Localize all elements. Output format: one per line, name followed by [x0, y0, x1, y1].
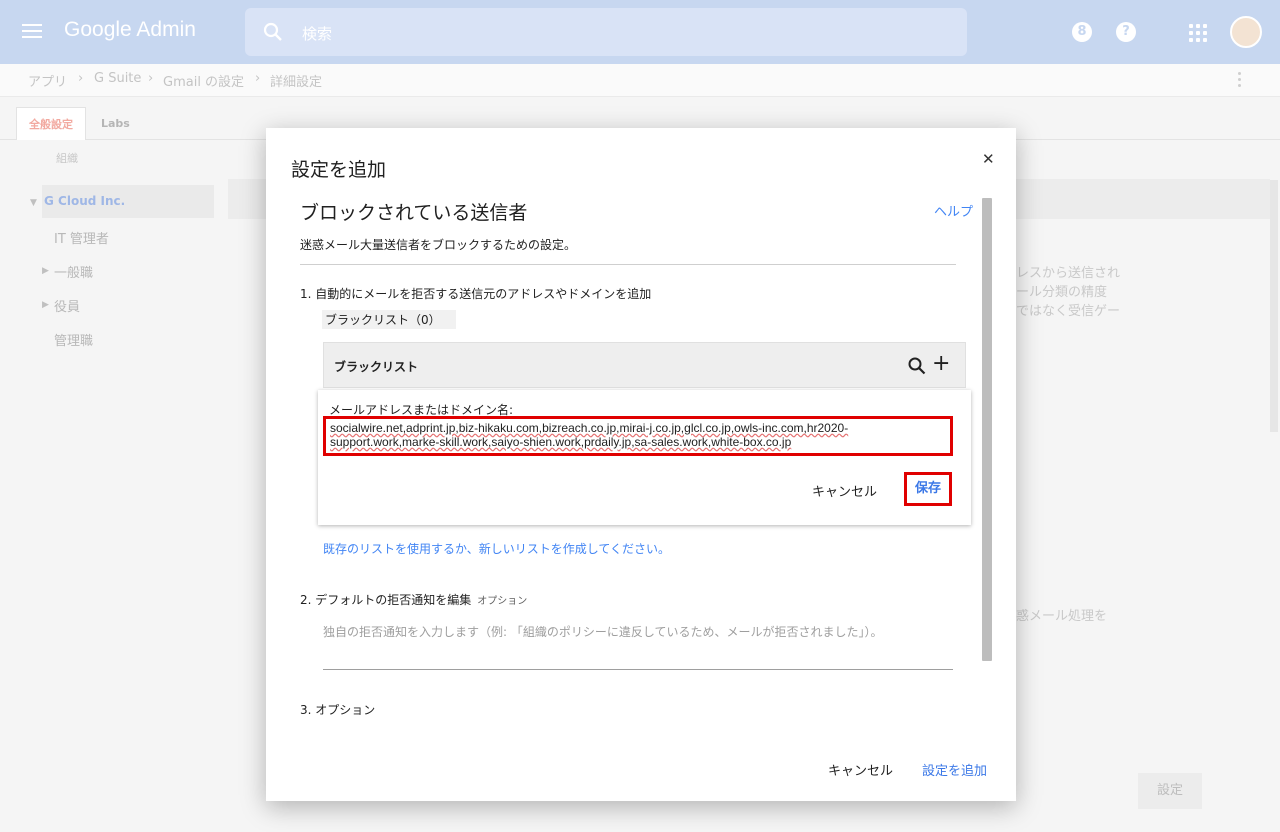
step-3-label: 3. オプション [300, 703, 376, 717]
address-textarea[interactable]: socialwire.net,adprint.jp,biz-hikaku.com… [323, 416, 953, 456]
caret-right-icon[interactable]: ▶ [42, 266, 49, 276]
chevron-right-icon: › [148, 71, 154, 86]
caret-down-icon[interactable]: ▼ [30, 198, 37, 208]
add-setting-dialog: 設定を追加 ✕ ブロックされている送信者 ヘルプ 迷惑メール大量送信者をブロック… [266, 128, 1016, 801]
org-item-it[interactable]: IT 管理者 [54, 228, 109, 247]
search-icon [263, 22, 282, 41]
help-link[interactable]: ヘルプ [934, 201, 973, 220]
background-text: レスから送信され [1016, 266, 1121, 281]
reject-notice-underline [323, 669, 953, 670]
caret-right-icon[interactable]: ▶ [42, 300, 49, 310]
breadcrumb-apps[interactable]: アプリ [28, 71, 67, 90]
chevron-right-icon: › [78, 71, 84, 86]
menu-icon[interactable] [22, 20, 50, 44]
page-scrollbar[interactable] [1270, 180, 1278, 432]
blacklist-header-label: ブラックリスト [334, 360, 419, 374]
org-item-general[interactable]: 一般職 [54, 262, 93, 281]
address-value-line-2: support.work,marke-skill.work,saiyo-shie… [330, 435, 792, 449]
address-value-line-1: socialwire.net,adprint.jp,biz-hikaku.com… [330, 421, 849, 435]
save-button[interactable]: 保存 [904, 472, 952, 506]
reject-notice-input[interactable]: 独自の拒否通知を入力します（例: 「組織のポリシーに違反しているため、メールが拒… [323, 623, 883, 640]
background-text: ール分類の精度 [1016, 285, 1108, 300]
step-2-text: 2. デフォルトの拒否通知を編集 [300, 593, 472, 607]
address-edit-card: メールアドレスまたはドメイン名: socialwire.net,adprint.… [318, 390, 971, 525]
add-icon[interactable]: + [932, 352, 950, 376]
more-vert-icon[interactable] [1238, 72, 1242, 90]
section-description: 迷惑メール大量送信者をブロックするための設定。 [300, 238, 577, 252]
chevron-right-icon: › [255, 71, 261, 86]
account-8-icon[interactable]: 8 [1072, 22, 1092, 42]
search-placeholder: 検索 [302, 25, 333, 43]
org-tree-header: 組織 [56, 152, 78, 165]
cancel-button[interactable]: キャンセル [828, 760, 893, 779]
breadcrumb: アプリ › G Suite › Gmail の設定 › 詳細設定 [0, 64, 1280, 97]
dialog-title: 設定を追加 [291, 159, 387, 181]
help-icon[interactable]: ? [1116, 22, 1136, 42]
breadcrumb-gsuite[interactable]: G Suite [94, 71, 141, 86]
list-link[interactable]: 既存のリストを使用するか、新しいリストを作成してください。 [323, 540, 670, 557]
top-app-bar: Google Admin 検索 8 ? [0, 0, 1280, 64]
apps-icon[interactable] [1189, 24, 1207, 42]
blacklist-count-label: ブラックリスト（0） [322, 310, 456, 329]
background-text: 惑メール処理を [1016, 609, 1108, 624]
org-item-managers[interactable]: 管理職 [54, 330, 93, 349]
background-text: ではなく受信ゲー [1016, 304, 1121, 319]
breadcrumb-gmail-settings[interactable]: Gmail の設定 [163, 71, 244, 90]
add-setting-button[interactable]: 設定を追加 [922, 760, 987, 779]
step-2-label: 2. デフォルトの拒否通知を編集 オプション [300, 591, 527, 608]
breadcrumb-advanced: 詳細設定 [270, 75, 323, 90]
divider [300, 264, 956, 265]
org-item-root[interactable]: G Cloud Inc. [44, 194, 125, 208]
tab-labs[interactable]: Labs [89, 107, 142, 140]
close-icon[interactable]: ✕ [982, 150, 995, 168]
cancel-edit-button[interactable]: キャンセル [812, 481, 877, 500]
background-settings-button[interactable]: 設定 [1138, 773, 1202, 809]
app-logo[interactable]: Google Admin [64, 18, 196, 42]
org-item-officers[interactable]: 役員 [54, 296, 80, 315]
search-icon[interactable] [908, 357, 926, 375]
dialog-scrollbar[interactable] [982, 198, 992, 661]
tab-general[interactable]: 全般設定 [16, 107, 86, 140]
step-1-label: 1. 自動的にメールを拒否する送信元のアドレスやドメインを追加 [300, 287, 652, 301]
blacklist-header: ブラックリスト + [323, 342, 966, 388]
optional-badge: オプション [477, 596, 528, 607]
search-bar[interactable]: 検索 [245, 8, 967, 56]
section-title: ブロックされている送信者 [300, 202, 528, 224]
avatar[interactable] [1230, 16, 1262, 48]
